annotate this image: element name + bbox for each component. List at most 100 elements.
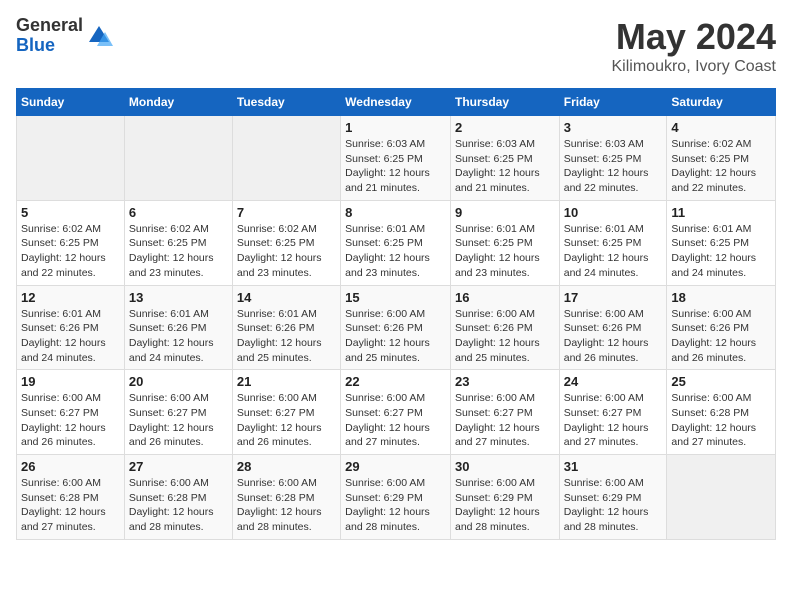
day-detail: Sunrise: 6:02 AM Sunset: 6:25 PM Dayligh… [237,222,336,281]
table-row: 28Sunrise: 6:00 AM Sunset: 6:28 PM Dayli… [232,455,340,540]
day-detail: Sunrise: 6:00 AM Sunset: 6:28 PM Dayligh… [21,476,120,535]
header-monday: Monday [124,89,232,116]
day-number: 31 [564,459,663,474]
day-detail: Sunrise: 6:00 AM Sunset: 6:27 PM Dayligh… [129,391,228,450]
calendar-week-row: 19 Sunrise: 6:00 AM Sunset: 6:27 PM Dayli… [17,370,776,455]
logo: General Blue [16,16,113,56]
day-detail: Sunrise: 6:00 AM Sunset: 6:29 PM Dayligh… [455,476,555,535]
day-number: 13 [129,290,228,305]
day-detail: Sunrise: 6:00 AM Sunset: 6:27 PM Dayligh… [237,391,336,450]
header-friday: Friday [559,89,667,116]
table-row: 23 Sunrise: 6:00 AM Sunset: 6:27 PM Dayli… [450,370,559,455]
day-detail: Sunrise: 6:03 AM Sunset: 6:25 PM Dayligh… [564,137,663,196]
table-row: 19 Sunrise: 6:00 AM Sunset: 6:27 PM Dayli… [17,370,125,455]
day-number: 23 [455,374,555,389]
day-number: 5 [21,205,120,220]
table-row: 5 Sunrise: 6:02 AM Sunset: 6:25 PM Daylig… [17,200,125,285]
day-number: 9 [455,205,555,220]
table-row: 2Sunrise: 6:03 AM Sunset: 6:25 PM Daylig… [450,116,559,201]
table-row: 8 Sunrise: 6:01 AM Sunset: 6:25 PM Daylig… [341,200,451,285]
day-number: 11 [671,205,771,220]
table-row [124,116,232,201]
day-detail: Sunrise: 6:00 AM Sunset: 6:27 PM Dayligh… [345,391,446,450]
table-row [17,116,125,201]
day-detail: Sunrise: 6:00 AM Sunset: 6:26 PM Dayligh… [345,307,446,366]
day-number: 26 [21,459,120,474]
day-number: 4 [671,120,771,135]
day-detail: Sunrise: 6:00 AM Sunset: 6:28 PM Dayligh… [671,391,771,450]
table-row: 31 Sunrise: 6:00 AM Sunset: 6:29 PM Dayli… [559,455,667,540]
day-number: 20 [129,374,228,389]
day-detail: Sunrise: 6:01 AM Sunset: 6:25 PM Dayligh… [345,222,446,281]
table-row: 14 Sunrise: 6:01 AM Sunset: 6:26 PM Dayli… [232,285,340,370]
day-number: 1 [345,120,446,135]
table-row: 15 Sunrise: 6:00 AM Sunset: 6:26 PM Dayli… [341,285,451,370]
title-block: May 2024 Kilimoukro, Ivory Coast [612,16,777,76]
day-detail: Sunrise: 6:00 AM Sunset: 6:26 PM Dayligh… [455,307,555,366]
table-row: 18 Sunrise: 6:00 AM Sunset: 6:26 PM Dayli… [667,285,776,370]
day-number: 15 [345,290,446,305]
table-row: 29 Sunrise: 6:00 AM Sunset: 6:29 PM Dayli… [341,455,451,540]
table-row: 7Sunrise: 6:02 AM Sunset: 6:25 PM Daylig… [232,200,340,285]
header-thursday: Thursday [450,89,559,116]
table-row: 3 Sunrise: 6:03 AM Sunset: 6:25 PM Daylig… [559,116,667,201]
day-detail: Sunrise: 6:00 AM Sunset: 6:27 PM Dayligh… [455,391,555,450]
table-row: 25 Sunrise: 6:00 AM Sunset: 6:28 PM Dayli… [667,370,776,455]
day-detail: Sunrise: 6:00 AM Sunset: 6:27 PM Dayligh… [21,391,120,450]
day-number: 8 [345,205,446,220]
table-row: 21 Sunrise: 6:00 AM Sunset: 6:27 PM Dayli… [232,370,340,455]
day-detail: Sunrise: 6:00 AM Sunset: 6:26 PM Dayligh… [671,307,771,366]
day-number: 10 [564,205,663,220]
day-detail: Sunrise: 6:01 AM Sunset: 6:26 PM Dayligh… [237,307,336,366]
calendar-week-row: 5 Sunrise: 6:02 AM Sunset: 6:25 PM Daylig… [17,200,776,285]
header-saturday: Saturday [667,89,776,116]
day-detail: Sunrise: 6:02 AM Sunset: 6:25 PM Dayligh… [129,222,228,281]
day-number: 29 [345,459,446,474]
day-number: 30 [455,459,555,474]
header-wednesday: Wednesday [341,89,451,116]
day-number: 14 [237,290,336,305]
day-detail: Sunrise: 6:00 AM Sunset: 6:29 PM Dayligh… [345,476,446,535]
table-row: 10Sunrise: 6:01 AM Sunset: 6:25 PM Dayli… [559,200,667,285]
table-row [667,455,776,540]
logo-blue-text: Blue [16,36,83,56]
day-number: 18 [671,290,771,305]
day-number: 22 [345,374,446,389]
calendar-table: Sunday Monday Tuesday Wednesday Thursday… [16,88,776,540]
day-number: 16 [455,290,555,305]
day-number: 24 [564,374,663,389]
table-row: 13 Sunrise: 6:01 AM Sunset: 6:26 PM Dayli… [124,285,232,370]
logo-general-text: General [16,16,83,36]
day-number: 2 [455,120,555,135]
day-detail: Sunrise: 6:00 AM Sunset: 6:29 PM Dayligh… [564,476,663,535]
table-row: 17Sunrise: 6:00 AM Sunset: 6:26 PM Dayli… [559,285,667,370]
day-number: 19 [21,374,120,389]
day-detail: Sunrise: 6:03 AM Sunset: 6:25 PM Dayligh… [345,137,446,196]
day-number: 6 [129,205,228,220]
day-detail: Sunrise: 6:02 AM Sunset: 6:25 PM Dayligh… [21,222,120,281]
table-row: 9Sunrise: 6:01 AM Sunset: 6:25 PM Daylig… [450,200,559,285]
table-row: 22 Sunrise: 6:00 AM Sunset: 6:27 PM Dayli… [341,370,451,455]
location-subtitle: Kilimoukro, Ivory Coast [612,58,777,76]
table-row: 6 Sunrise: 6:02 AM Sunset: 6:25 PM Daylig… [124,200,232,285]
month-year-title: May 2024 [612,16,777,58]
day-detail: Sunrise: 6:01 AM Sunset: 6:26 PM Dayligh… [129,307,228,366]
table-row: 11Sunrise: 6:01 AM Sunset: 6:25 PM Dayli… [667,200,776,285]
day-number: 17 [564,290,663,305]
page-header: General Blue May 2024 Kilimoukro, Ivory … [16,16,776,76]
header-sunday: Sunday [17,89,125,116]
calendar-header-row: Sunday Monday Tuesday Wednesday Thursday… [17,89,776,116]
day-number: 3 [564,120,663,135]
calendar-week-row: 1 Sunrise: 6:03 AM Sunset: 6:25 PM Daylig… [17,116,776,201]
table-row: 4 Sunrise: 6:02 AM Sunset: 6:25 PM Daylig… [667,116,776,201]
day-detail: Sunrise: 6:00 AM Sunset: 6:27 PM Dayligh… [564,391,663,450]
day-number: 25 [671,374,771,389]
day-detail: Sunrise: 6:02 AM Sunset: 6:25 PM Dayligh… [671,137,771,196]
calendar-week-row: 12 Sunrise: 6:01 AM Sunset: 6:26 PM Dayli… [17,285,776,370]
table-row: 27Sunrise: 6:00 AM Sunset: 6:28 PM Dayli… [124,455,232,540]
logo-icon [85,22,113,50]
calendar-week-row: 26 Sunrise: 6:00 AM Sunset: 6:28 PM Dayli… [17,455,776,540]
day-number: 12 [21,290,120,305]
table-row: 1 Sunrise: 6:03 AM Sunset: 6:25 PM Daylig… [341,116,451,201]
day-number: 21 [237,374,336,389]
